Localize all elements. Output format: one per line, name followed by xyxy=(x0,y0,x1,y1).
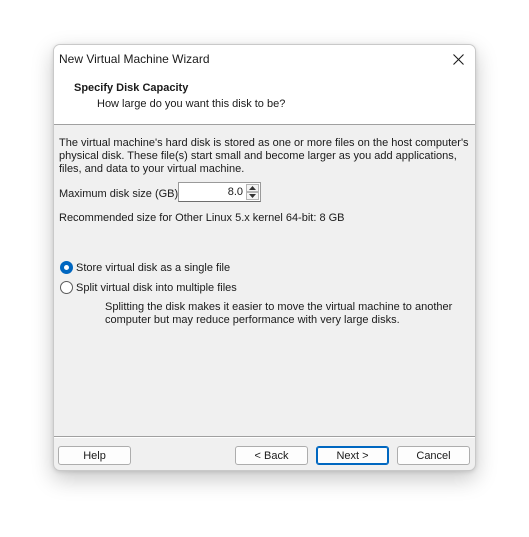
wizard-header: Specify Disk Capacity How large do you w… xyxy=(54,73,475,125)
radio-single-file-label: Store virtual disk as a single file xyxy=(76,261,231,274)
radio-unselected-indicator xyxy=(60,281,73,294)
radio-single-file[interactable]: Store virtual disk as a single file xyxy=(60,261,230,274)
cancel-button[interactable]: Cancel xyxy=(397,446,470,465)
wizard-content: The virtual machine's hard disk is store… xyxy=(54,125,475,435)
help-button[interactable]: Help xyxy=(58,446,131,465)
page-subtitle: How large do you want this disk to be? xyxy=(97,98,286,110)
page-title: Specify Disk Capacity xyxy=(74,82,189,94)
radio-selected-indicator xyxy=(60,261,73,274)
close-icon xyxy=(452,53,464,65)
decrement-button[interactable] xyxy=(246,192,259,200)
disk-description: The virtual machine's hard disk is store… xyxy=(59,137,469,175)
next-button[interactable]: Next > xyxy=(316,446,389,465)
window-title: New Virtual Machine Wizard xyxy=(59,52,210,66)
stepper-buttons xyxy=(246,184,259,200)
radio-split-files-label: Split virtual disk into multiple files xyxy=(76,281,237,294)
increment-button[interactable] xyxy=(246,184,259,192)
max-disk-size-label: Maximum disk size (GB): xyxy=(59,188,182,200)
title-bar: New Virtual Machine Wizard xyxy=(54,45,475,73)
max-disk-size-input[interactable] xyxy=(179,183,245,201)
arrow-up-icon xyxy=(249,186,256,190)
back-button[interactable]: < Back xyxy=(235,446,308,465)
arrow-down-icon xyxy=(249,194,256,198)
close-button[interactable] xyxy=(441,45,475,73)
new-vm-wizard-dialog: New Virtual Machine Wizard Specify Disk … xyxy=(53,44,476,471)
recommended-size-text: Recommended size for Other Linux 5.x ker… xyxy=(59,212,345,224)
footer-divider xyxy=(54,436,475,438)
max-disk-size-stepper[interactable] xyxy=(178,182,261,202)
split-disk-note: Splitting the disk makes it easier to mo… xyxy=(105,301,453,326)
radio-split-files[interactable]: Split virtual disk into multiple files xyxy=(60,281,237,294)
